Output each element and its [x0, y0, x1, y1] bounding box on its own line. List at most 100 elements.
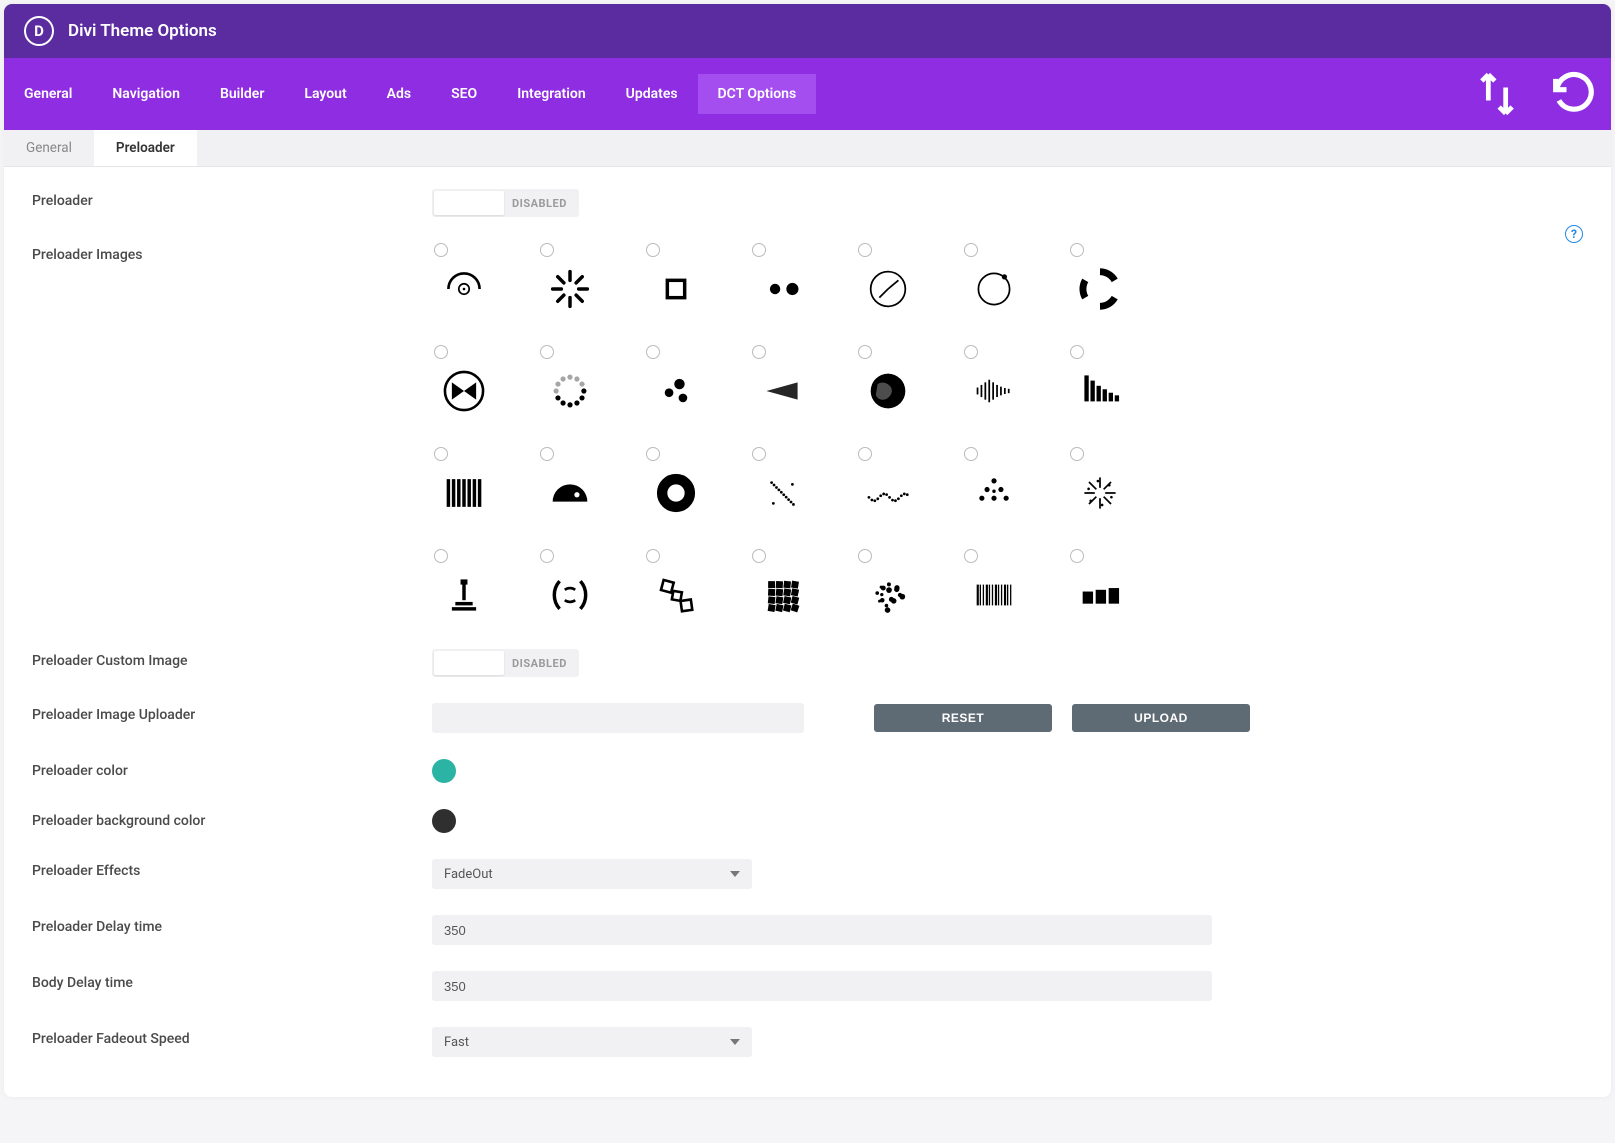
- radio-sunburst[interactable]: [540, 243, 554, 257]
- custom-image-toggle[interactable]: DISABLED: [432, 649, 579, 677]
- preloader-image-option-sparkle[interactable]: [1068, 447, 1160, 521]
- radio-three-squares[interactable]: [1070, 549, 1084, 563]
- sub-tabs: General Preloader: [4, 130, 1611, 167]
- preloader-image-option-bowtie-circle[interactable]: [432, 345, 524, 419]
- radio-gauge[interactable]: [540, 447, 554, 461]
- radio-joystick[interactable]: [434, 549, 448, 563]
- effects-select[interactable]: FadeOut: [432, 859, 752, 889]
- tab-dct-options[interactable]: DCT Options: [698, 74, 817, 114]
- preloader-image-option-pixel-grid[interactable]: [750, 549, 842, 623]
- radio-dotted-wave[interactable]: [858, 447, 872, 461]
- divi-logo-icon: D: [24, 16, 54, 46]
- tab-layout[interactable]: Layout: [284, 74, 366, 114]
- radio-three-dots[interactable]: [646, 345, 660, 359]
- bg-color-swatch[interactable]: [432, 809, 456, 833]
- body-delay-input[interactable]: [432, 971, 1212, 1001]
- preloader-image-option-vertical-bars[interactable]: [432, 447, 524, 521]
- uploader-path-input[interactable]: [432, 703, 804, 733]
- tab-navigation[interactable]: Navigation: [92, 74, 200, 114]
- preloader-image-option-linked-squares[interactable]: [644, 549, 736, 623]
- globe-icon: [860, 363, 916, 419]
- label-delay: Preloader Delay time: [32, 915, 432, 935]
- preloader-color-swatch[interactable]: [432, 759, 456, 783]
- three-dots-icon: [648, 363, 704, 419]
- preloader-image-option-gauge[interactable]: [538, 447, 630, 521]
- preloader-image-option-joystick[interactable]: [432, 549, 524, 623]
- two-dots-icon: [754, 261, 810, 317]
- label-bg-color: Preloader background color: [32, 809, 432, 829]
- radio-square-outline[interactable]: [646, 243, 660, 257]
- dotted-wave-icon: [860, 465, 916, 521]
- preloader-image-option-square-outline[interactable]: [644, 243, 736, 317]
- tab-builder[interactable]: Builder: [200, 74, 284, 114]
- preloader-image-option-dot-cluster[interactable]: [856, 549, 948, 623]
- vertical-bars-icon: [436, 465, 492, 521]
- radio-dot-triangle[interactable]: [964, 447, 978, 461]
- label-preloader: Preloader: [32, 189, 432, 209]
- radio-two-dots[interactable]: [752, 243, 766, 257]
- preloader-image-option-three-dots[interactable]: [644, 345, 736, 419]
- arc-dot-icon: [436, 261, 492, 317]
- fade-speed-select[interactable]: Fast: [432, 1027, 752, 1057]
- preloader-image-option-dotted-ring[interactable]: [538, 345, 630, 419]
- help-icon[interactable]: ?: [1565, 225, 1583, 243]
- radio-clock[interactable]: [858, 243, 872, 257]
- radio-fading-wedge[interactable]: [752, 345, 766, 359]
- tab-integration[interactable]: Integration: [497, 74, 605, 114]
- preloader-image-option-segmented-ring[interactable]: [1068, 243, 1160, 317]
- preloader-image-option-brackets-arc[interactable]: [538, 549, 630, 623]
- reset-icon[interactable]: [1535, 58, 1611, 130]
- radio-dotted-ring[interactable]: [540, 345, 554, 359]
- import-export-icon[interactable]: [1459, 58, 1535, 130]
- label-custom-image: Preloader Custom Image: [32, 649, 432, 669]
- radio-brackets-arc[interactable]: [540, 549, 554, 563]
- preloader-image-option-sunburst[interactable]: [538, 243, 630, 317]
- radio-arc-dot[interactable]: [434, 243, 448, 257]
- radio-segmented-ring[interactable]: [1070, 243, 1084, 257]
- tab-seo[interactable]: SEO: [431, 74, 497, 114]
- radio-bowtie-circle[interactable]: [434, 345, 448, 359]
- preloader-image-option-two-dots[interactable]: [750, 243, 842, 317]
- radio-globe[interactable]: [858, 345, 872, 359]
- preloader-toggle[interactable]: DISABLED: [432, 189, 579, 217]
- header-bar: D Divi Theme Options: [4, 4, 1611, 58]
- radio-vertical-bars[interactable]: [434, 447, 448, 461]
- subtab-general[interactable]: General: [4, 130, 94, 166]
- preloader-image-option-barcode[interactable]: [962, 549, 1054, 623]
- radio-dotted-arrow[interactable]: [752, 447, 766, 461]
- tab-general[interactable]: General: [4, 74, 92, 114]
- radio-barcode[interactable]: [964, 549, 978, 563]
- tab-updates[interactable]: Updates: [606, 74, 698, 114]
- radio-pixel-grid[interactable]: [752, 549, 766, 563]
- delay-input[interactable]: [432, 915, 1212, 945]
- preloader-image-option-dotted-wave[interactable]: [856, 447, 948, 521]
- radio-circle-dot-orbit[interactable]: [964, 243, 978, 257]
- preloader-image-option-dot-triangle[interactable]: [962, 447, 1054, 521]
- sunburst-icon: [542, 261, 598, 317]
- preloader-image-option-circle-dot-orbit[interactable]: [962, 243, 1054, 317]
- preloader-image-option-bars-chart[interactable]: [1068, 345, 1160, 419]
- preloader-image-option-globe[interactable]: [856, 345, 948, 419]
- label-body-delay: Body Delay time: [32, 971, 432, 991]
- sparkle-icon: [1072, 465, 1128, 521]
- radio-bars-chart[interactable]: [1070, 345, 1084, 359]
- radio-linked-squares[interactable]: [646, 549, 660, 563]
- dotted-ring-icon: [542, 363, 598, 419]
- joystick-icon: [436, 567, 492, 623]
- preloader-image-option-thick-ring[interactable]: [644, 447, 736, 521]
- preloader-image-option-fading-wedge[interactable]: [750, 345, 842, 419]
- radio-dot-cluster[interactable]: [858, 549, 872, 563]
- subtab-preloader[interactable]: Preloader: [94, 130, 197, 166]
- preloader-image-option-sound-wave[interactable]: [962, 345, 1054, 419]
- tab-ads[interactable]: Ads: [367, 74, 431, 114]
- radio-sparkle[interactable]: [1070, 447, 1084, 461]
- radio-sound-wave[interactable]: [964, 345, 978, 359]
- preloader-image-option-clock[interactable]: [856, 243, 948, 317]
- radio-thick-ring[interactable]: [646, 447, 660, 461]
- pixel-grid-icon: [754, 567, 810, 623]
- preloader-image-option-three-squares[interactable]: [1068, 549, 1160, 623]
- preloader-image-option-arc-dot[interactable]: [432, 243, 524, 317]
- preloader-image-option-dotted-arrow[interactable]: [750, 447, 842, 521]
- upload-button[interactable]: UPLOAD: [1072, 704, 1250, 732]
- reset-button[interactable]: RESET: [874, 704, 1052, 732]
